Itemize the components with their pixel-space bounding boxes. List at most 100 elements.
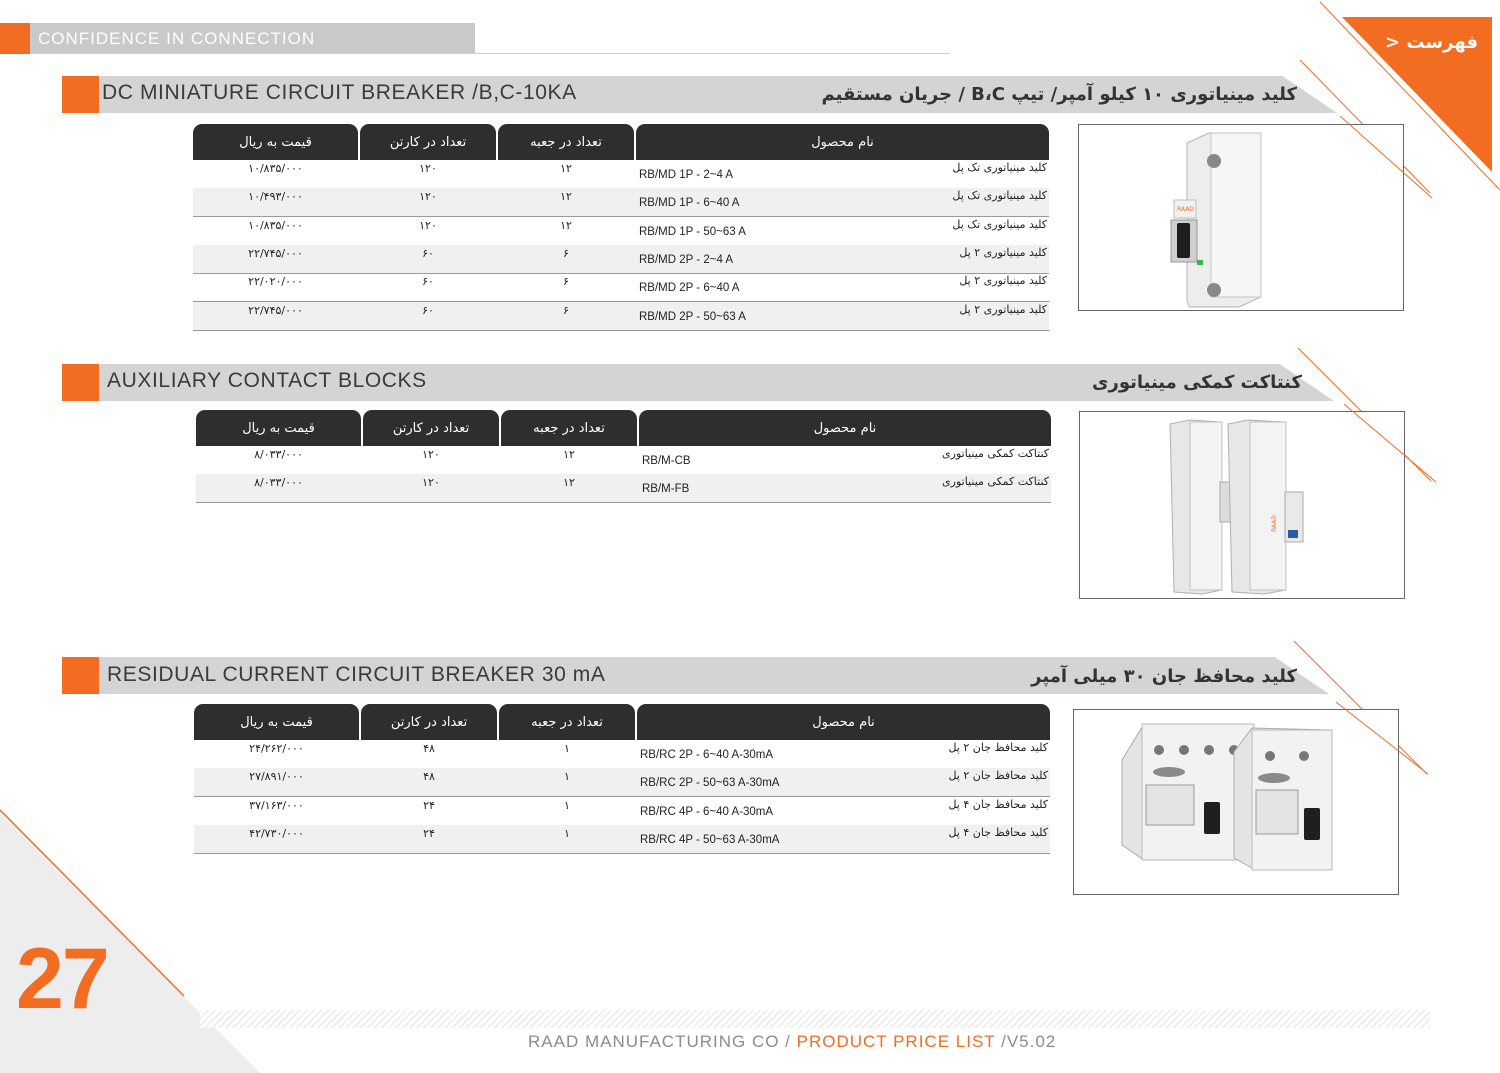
- cell-model: RB/MD 2P - 2~4 A: [639, 253, 734, 266]
- section-title-fa: کلید مینیاتوری ۱۰ کیلو آمپر/ تیپ B،C / ج…: [821, 84, 1297, 105]
- cell-per-carton: ۶۰: [422, 246, 434, 260]
- price-table: قیمت به ریال تعداد در کارتن تعداد در جعب…: [196, 410, 1051, 504]
- table-row: ۸/۰۳۳/۰۰۰ ۱۲۰ ۱۲ RB/M-FB کنتاکت کمکی مینیاتو…: [196, 474, 1051, 504]
- cell-per-carton: ۱۲۰: [422, 476, 440, 490]
- cell-model: RB/MD 2P - 50~63 A: [639, 310, 746, 323]
- cell-price: ۱۰/۸۳۵/۰۰۰: [248, 218, 303, 232]
- header-per-box: تعداد در جعبه: [499, 704, 635, 740]
- table-row: ۲۴/۲۶۲/۰۰۰ ۴۸ ۱ RB/RC 2P - 6~40 A-30mA کلید …: [194, 740, 1050, 769]
- cell-product-name: کنتاکت کمکی مینیاتوری: [942, 475, 1049, 489]
- footer-company: RAAD MANUFACTURING CO /: [528, 1032, 797, 1051]
- cell-price: ۱۰/۴۹۳/۰۰۰: [248, 190, 303, 204]
- cell-per-box: ۱۲: [563, 476, 575, 490]
- cell-per-box: ۱۲: [560, 218, 572, 232]
- cell-model: RB/MD 1P - 6~40 A: [639, 197, 740, 210]
- footer-version: /V5.02: [995, 1032, 1057, 1051]
- cell-model: RB/MD 1P - 50~63 A: [639, 225, 746, 238]
- cell-price: ۴۲/۷۳۰/۰۰۰: [249, 826, 304, 840]
- table-row: ۱۰/۸۳۵/۰۰۰ ۱۲۰ ۱۲ RB/MD 1P - 50~63 A کلید می…: [193, 217, 1049, 246]
- cell-model: RB/MD 2P - 6~40 A: [639, 282, 740, 295]
- header-per-box: تعداد در جعبه: [498, 124, 634, 160]
- table-row: ۱۰/۸۳۵/۰۰۰ ۱۲۰ ۱۲ RB/MD 1P - 2~4 A کلید مینی…: [193, 160, 1049, 189]
- table-row: ۸/۰۳۳/۰۰۰ ۱۲۰ ۱۲ RB/M-CB کنتاکت کمکی مینیاتو…: [196, 446, 1051, 475]
- cell-per-box: ۱: [564, 770, 570, 784]
- cell-per-box: ۶: [563, 275, 569, 289]
- table-row: ۴۲/۷۳۰/۰۰۰ ۲۴ ۱ RB/RC 4P - 50~63 A-30mA کلید…: [194, 824, 1050, 854]
- cell-price: ۲۴/۲۶۲/۰۰۰: [249, 742, 304, 755]
- header-per-carton: تعداد در کارتن: [361, 704, 497, 740]
- cell-product-name: کلید مینیاتوری تک پل: [952, 217, 1047, 231]
- cell-per-carton: ۱۲۰: [419, 218, 437, 232]
- cell-product-name: کلید مینیاتوری ۲ پل: [959, 302, 1047, 316]
- section-accent-square: [62, 76, 99, 113]
- cell-price: ۸/۰۳۳/۰۰۰: [254, 448, 303, 461]
- frame-decor-line: [1340, 116, 1433, 199]
- cell-product-name: کلید مینیاتوری ۲ پل: [959, 245, 1047, 259]
- cell-product-name: کلید محافظ جان ۲ پل: [948, 769, 1048, 783]
- cell-product-name: کلید مینیاتوری ۲ پل: [959, 274, 1047, 288]
- svg-text:RAAD: RAAD: [1177, 206, 1194, 213]
- header-divider: [30, 53, 950, 54]
- cell-per-carton: ۶۰: [422, 275, 434, 289]
- section-accent-square: [62, 364, 99, 401]
- section-title-en: DC MINIATURE CIRCUIT BREAKER /B,C-10KA: [102, 81, 577, 104]
- cell-model: RB/RC 2P - 50~63 A-30mA: [640, 777, 780, 790]
- frame-decor-line: [1344, 404, 1437, 483]
- header-price: قیمت به ریال: [194, 704, 359, 740]
- footer-hatch: [200, 1010, 1430, 1028]
- section-title-en: AUXILIARY CONTACT BLOCKS: [107, 369, 427, 392]
- brand-accent-square: [0, 23, 30, 54]
- cell-per-box: ۱۲: [560, 190, 572, 204]
- cell-per-box: ۱۲: [560, 162, 572, 175]
- cell-price: ۲۲/۰۲۰/۰۰۰: [248, 275, 303, 289]
- section-title-fa: کنتاکت کمکی مینیاتوری: [1091, 372, 1302, 393]
- header-price: قیمت به ریال: [193, 124, 358, 160]
- cell-per-box: ۱: [564, 798, 570, 812]
- cell-product-name: کنتاکت کمکی مینیاتوری: [942, 447, 1049, 460]
- cell-per-carton: ۲۴: [423, 826, 435, 840]
- cell-per-carton: ۱۲۰: [422, 448, 440, 461]
- header-per-carton: تعداد در کارتن: [360, 124, 496, 160]
- cell-model: RB/RC 4P - 50~63 A-30mA: [640, 833, 780, 846]
- cell-price: ۱۰/۸۳۵/۰۰۰: [248, 162, 303, 175]
- brand-tagline: CONFIDENCE IN CONNECTION: [38, 29, 316, 48]
- table-row: ۲۲/۷۴۵/۰۰۰ ۶۰ ۶ RB/MD 2P - 2~4 A کلید مینیات…: [193, 244, 1049, 274]
- cell-per-carton: ۴۸: [423, 770, 435, 784]
- cell-price: ۳۷/۱۶۳/۰۰۰: [249, 798, 304, 812]
- table-row: ۱۰/۴۹۳/۰۰۰ ۱۲۰ ۱۲ RB/MD 1P - 6~40 A کلید مین…: [193, 188, 1049, 218]
- header-product-name: نام محصول: [637, 704, 1050, 740]
- header-price: قیمت به ریال: [196, 410, 361, 446]
- cell-product-name: کلید محافظ جان ۴ پل: [948, 825, 1048, 839]
- header-product-name: نام محصول: [636, 124, 1049, 160]
- footer-caption: RAAD MANUFACTURING CO / PRODUCT PRICE LI…: [528, 1032, 1056, 1052]
- cell-model: RB/RC 2P - 6~40 A-30mA: [640, 749, 774, 761]
- menu-link[interactable]: فهرست <: [1385, 32, 1478, 53]
- table-row: ۳۷/۱۶۳/۰۰۰ ۲۴ ۱ RB/RC 4P - 6~40 A-30mA کلید …: [194, 797, 1050, 826]
- table-row: ۲۲/۰۲۰/۰۰۰ ۶۰ ۶ RB/MD 2P - 6~40 A کلید مینیا…: [193, 273, 1049, 303]
- cell-model: RB/M-CB: [642, 455, 691, 467]
- cell-price: ۲۲/۷۴۵/۰۰۰: [248, 303, 303, 317]
- price-table: قیمت به ریال تعداد در کارتن تعداد در جعب…: [194, 704, 1050, 854]
- header-product-name: نام محصول: [639, 410, 1051, 446]
- cell-per-box: ۶: [563, 246, 569, 260]
- cell-price: ۲۲/۷۴۵/۰۰۰: [248, 246, 303, 260]
- header-per-box: تعداد در جعبه: [501, 410, 637, 446]
- cell-product-name: کلید محافظ جان ۲ پل: [948, 741, 1048, 754]
- cell-per-box: ۱۲: [563, 448, 575, 461]
- price-table: قیمت به ریال تعداد در کارتن تعداد در جعب…: [193, 124, 1049, 331]
- table-row: ۲۷/۸۹۱/۰۰۰ ۴۸ ۱ RB/RC 2P - 50~63 A-30mA کلید…: [194, 768, 1050, 798]
- cell-per-carton: ۱۲۰: [419, 162, 437, 175]
- section-title-fa: کلید محافظ جان ۳۰ میلی آمپر: [1031, 666, 1297, 687]
- cell-model: RB/RC 4P - 6~40 A-30mA: [640, 805, 774, 818]
- cell-product-name: کلید مینیاتوری تک پل: [952, 161, 1047, 174]
- table-row: ۲۲/۷۴۵/۰۰۰ ۶۰ ۶ RB/MD 2P - 50~63 A کلید مینی…: [193, 301, 1049, 331]
- cell-price: ۲۷/۸۹۱/۰۰۰: [249, 770, 304, 784]
- cell-per-carton: ۱۲۰: [419, 190, 437, 204]
- cell-per-carton: ۲۴: [423, 798, 435, 812]
- header-per-carton: تعداد در کارتن: [363, 410, 499, 446]
- cell-model: RB/M-FB: [642, 483, 690, 496]
- cell-per-box: ۱: [564, 742, 570, 755]
- cell-per-carton: ۶۰: [422, 303, 434, 317]
- cell-per-carton: ۴۸: [423, 742, 435, 755]
- svg-text:RAAD: RAAD: [1271, 515, 1278, 532]
